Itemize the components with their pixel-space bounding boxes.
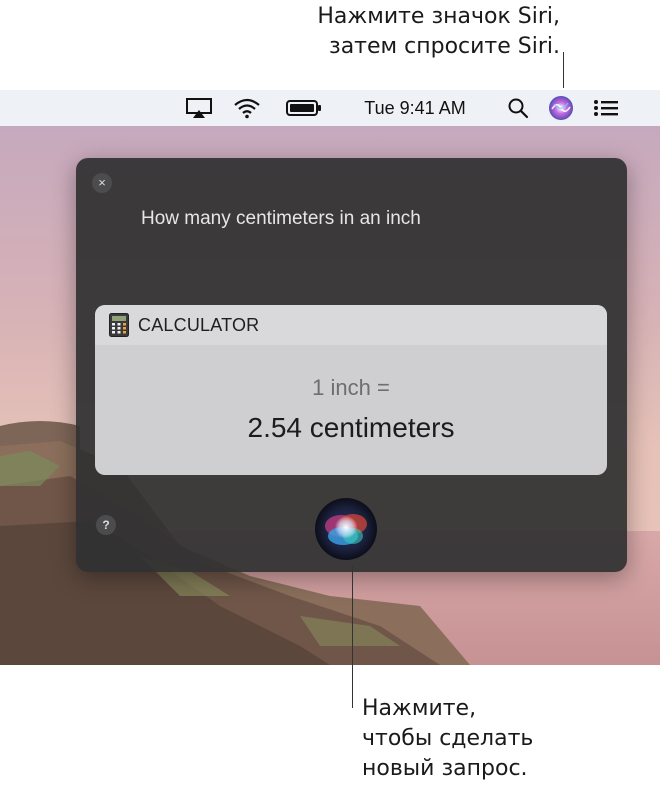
conversion-result: 2.54 centimeters [247, 412, 455, 443]
leader-line-bottom [352, 566, 353, 708]
clock-text: Tue 9:41 AM [364, 97, 466, 118]
close-button[interactable]: × [92, 173, 112, 193]
help-icon: ? [102, 518, 110, 532]
airplay-icon[interactable] [182, 90, 216, 126]
siri-window: × How many centimeters in an inch CALCUL… [76, 158, 627, 572]
siri-icon[interactable] [546, 90, 576, 126]
callout-bottom-line2: чтобы сделать [362, 726, 534, 751]
callout-bottom-line3: новый запрос. [362, 756, 528, 781]
menu-bar: Tue 9:41 AM [0, 90, 660, 126]
wifi-icon[interactable] [229, 90, 265, 126]
leader-line-top [563, 52, 564, 88]
callout-top-line2: затем спросите Siri. [329, 34, 560, 59]
callout-top-line1: Нажмите значок Siri, [317, 4, 560, 29]
menu-clock[interactable]: Tue 9:41 AM [350, 90, 480, 126]
callout-siri-icon: Нажмите значок Siri, затем спросите Siri… [317, 2, 560, 62]
help-button[interactable]: ? [96, 515, 116, 535]
battery-icon[interactable] [284, 90, 324, 126]
notification-center-icon[interactable] [590, 90, 622, 126]
conversion-input: 1 inch = [312, 375, 390, 400]
close-icon: × [98, 175, 106, 190]
calculator-result-card[interactable]: CALCULATOR 1 inch = 2.54 centimeters [95, 305, 607, 475]
siri-orb-button[interactable] [313, 496, 379, 562]
card-header: CALCULATOR [95, 305, 607, 345]
siri-query-text: How many centimeters in an inch [141, 208, 421, 229]
card-app-name: CALCULATOR [138, 314, 260, 335]
calculator-icon [109, 313, 129, 337]
callout-siri-orb: Нажмите, чтобы сделать новый запрос. [362, 694, 533, 784]
spotlight-search-icon[interactable] [504, 90, 532, 126]
callout-bottom-line1: Нажмите, [362, 696, 477, 721]
